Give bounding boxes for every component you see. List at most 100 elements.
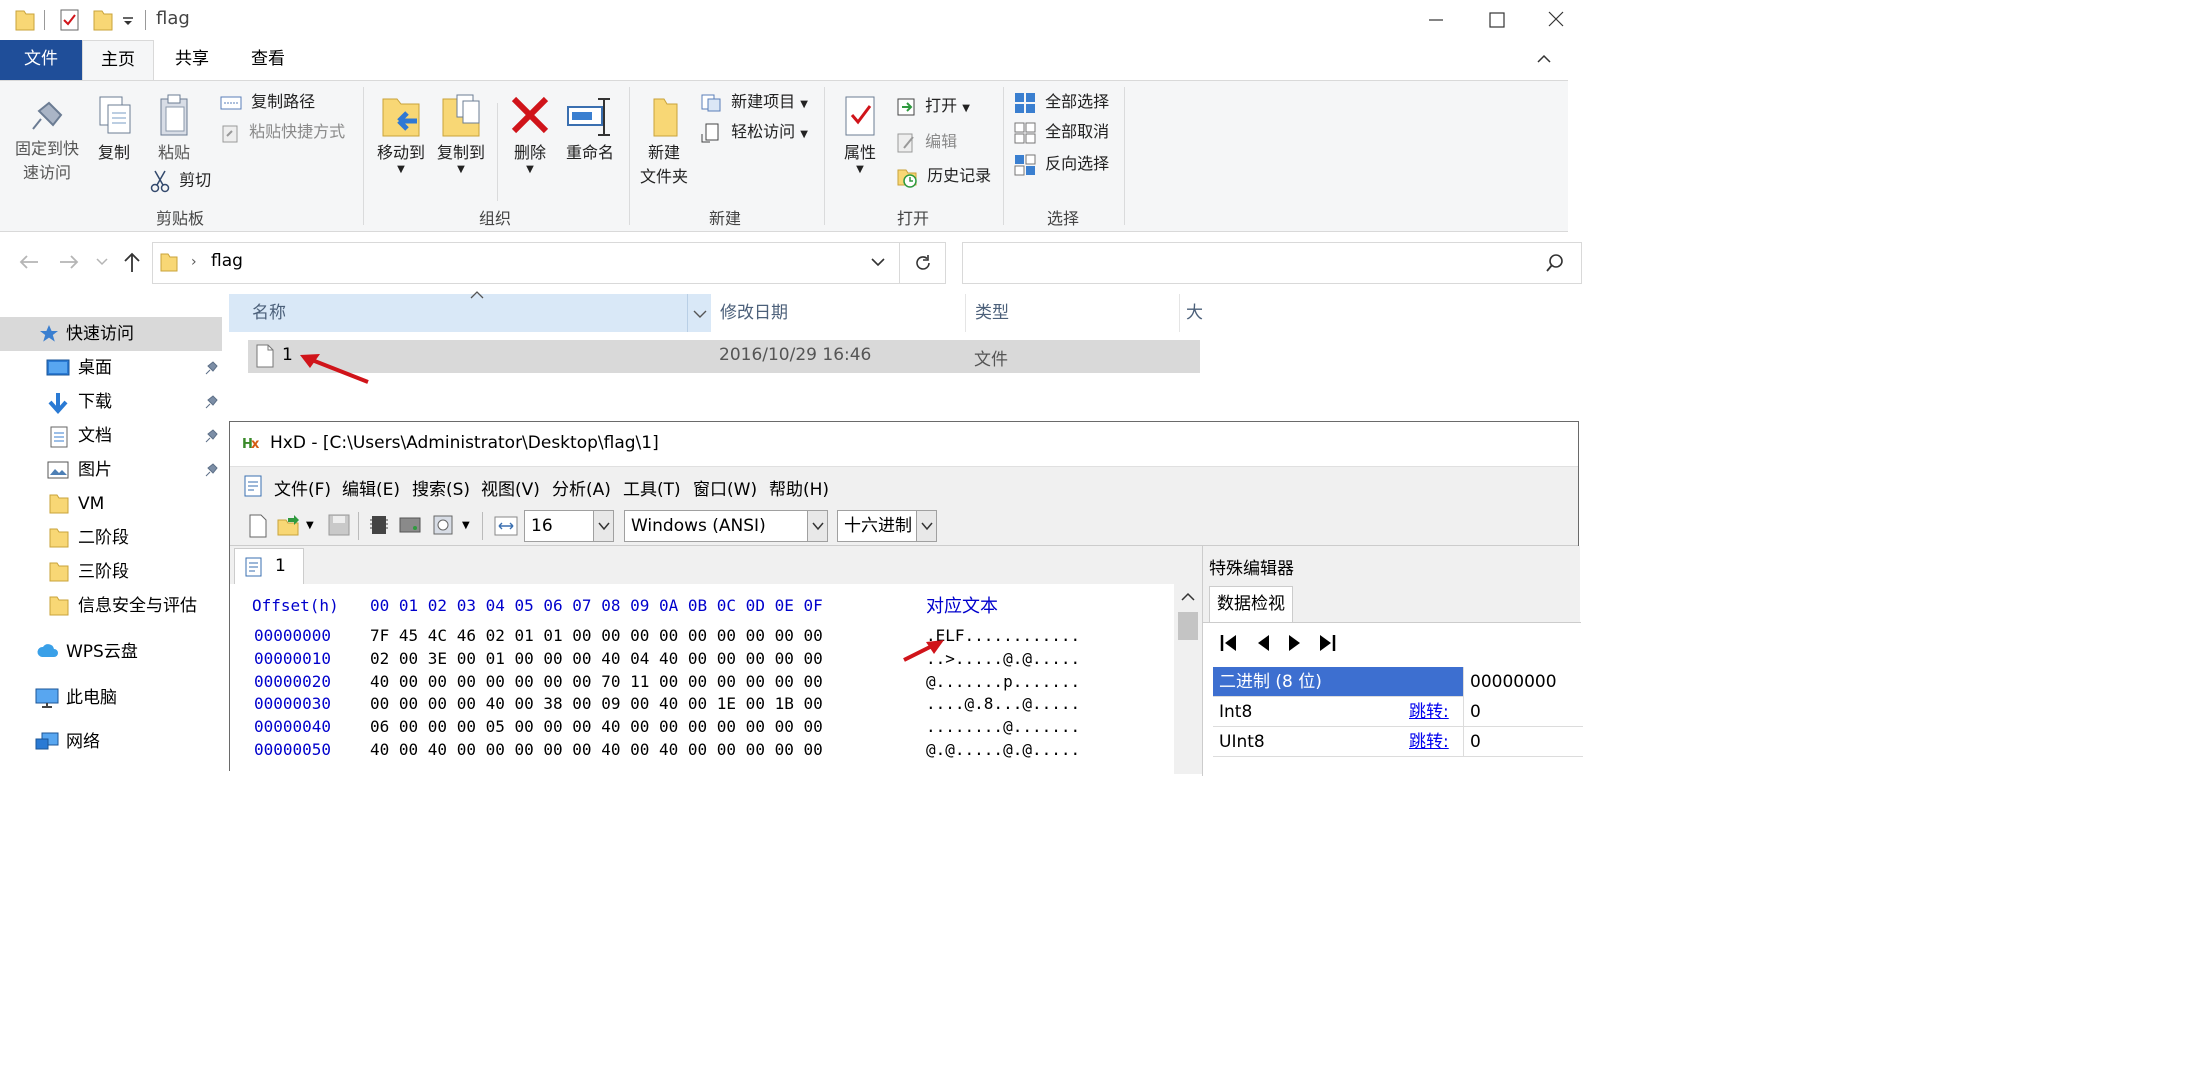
row-text[interactable]: ....@.8...@..... <box>926 694 1080 713</box>
tab-home[interactable]: 主页 <box>82 40 154 81</box>
back-arrow-icon[interactable] <box>18 253 40 271</box>
menu-edit[interactable]: 编辑(E) <box>342 475 400 500</box>
customize-quick-access-icon[interactable] <box>122 12 134 28</box>
chevron-down-icon[interactable]: ▼ <box>306 520 314 531</box>
select-none-button[interactable]: 全部取消 <box>1014 121 1109 144</box>
column-header-size[interactable]: 大 <box>1186 294 1203 332</box>
tab-file[interactable]: 文件 <box>0 40 82 80</box>
open-button[interactable]: 打开 ▼ <box>896 95 970 120</box>
bytes-per-row-select[interactable]: 16 <box>524 510 614 542</box>
charset-select[interactable]: Windows (ANSI) <box>624 510 828 542</box>
rename-button[interactable]: 重命名 <box>560 93 620 165</box>
address-bar[interactable]: › flag <box>152 242 900 284</box>
last-record-icon[interactable] <box>1317 633 1337 653</box>
row-bytes[interactable]: 7F 45 4C 46 02 01 01 00 00 00 00 00 00 0… <box>370 626 823 645</box>
invert-selection-button[interactable]: 反向选择 <box>1014 153 1109 176</box>
column-header-name[interactable]: 名称 <box>252 294 286 332</box>
file-row[interactable]: 1 2016/10/29 16:46 文件 <box>248 340 1200 373</box>
edit-button[interactable]: 编辑 <box>896 131 957 154</box>
recent-locations-chevron-icon[interactable] <box>96 257 108 267</box>
inspector-value[interactable]: 0 <box>1463 727 1593 757</box>
properties-quick-icon[interactable] <box>58 8 82 32</box>
move-to-button[interactable]: 移动到 ▼ <box>370 93 432 175</box>
nav-item-wps-cloud[interactable]: WPS云盘 <box>0 635 222 669</box>
inspector-row-binary[interactable]: 二进制 (8 位) 00000000 <box>1213 667 1593 697</box>
menu-help[interactable]: 帮助(H) <box>769 475 829 500</box>
paste-button[interactable]: 粘贴 <box>150 93 198 165</box>
tab-file-1[interactable]: 1 <box>234 548 304 584</box>
history-button[interactable]: 历史记录 <box>896 165 991 188</box>
easy-access-button[interactable]: 轻松访问 ▼ <box>700 121 808 146</box>
tab-share[interactable]: 共享 <box>160 40 224 80</box>
ram-editor-icon[interactable] <box>368 514 390 536</box>
close-button[interactable] <box>1540 6 1570 34</box>
new-item-button[interactable]: 新建项目 ▼ <box>700 91 808 116</box>
new-file-icon[interactable] <box>248 514 268 538</box>
cut-button[interactable]: 剪切 <box>150 169 211 193</box>
menu-file[interactable]: 文件(F) <box>274 475 331 500</box>
up-arrow-icon[interactable] <box>122 251 142 273</box>
nav-item-vm[interactable]: VM <box>0 487 222 521</box>
menu-tools[interactable]: 工具(T) <box>623 475 681 500</box>
nav-item-infosec[interactable]: 信息安全与评估 <box>0 589 222 623</box>
minimize-button[interactable] <box>1421 6 1451 34</box>
inspector-value[interactable]: 00000000 <box>1463 667 1593 697</box>
disk-image-icon[interactable] <box>432 514 454 536</box>
save-icon[interactable] <box>328 514 350 536</box>
nav-item-desktop[interactable]: 桌面 <box>0 351 222 385</box>
row-text[interactable]: ..>.....@.@..... <box>926 649 1080 668</box>
pin-icon[interactable] <box>202 394 218 410</box>
row-bytes[interactable]: 02 00 3E 00 01 00 00 00 40 04 40 00 00 0… <box>370 649 823 668</box>
nav-item-network[interactable]: 网络 <box>0 725 222 759</box>
nav-item-stage-two[interactable]: 二阶段 <box>0 521 222 555</box>
copy-to-button[interactable]: 复制到 ▼ <box>430 93 492 175</box>
row-text[interactable]: @.......p....... <box>926 672 1080 691</box>
row-text[interactable]: ........@....... <box>926 717 1080 736</box>
nav-item-stage-three[interactable]: 三阶段 <box>0 555 222 589</box>
row-bytes[interactable]: 00 00 00 00 40 00 38 00 09 00 40 00 1E 0… <box>370 694 823 713</box>
maximize-button[interactable] <box>1482 6 1512 34</box>
nav-item-downloads[interactable]: 下载 <box>0 385 222 419</box>
pin-icon[interactable] <box>202 360 218 376</box>
first-record-icon[interactable] <box>1219 633 1239 653</box>
tab-data-inspector[interactable]: 数据检视 <box>1209 586 1293 622</box>
column-filter-dropdown[interactable] <box>687 294 711 332</box>
document-menu-icon[interactable] <box>244 475 262 497</box>
disk-editor-icon[interactable] <box>398 514 422 536</box>
inspector-row-uint8[interactable]: UInt8 跳转: 0 <box>1213 727 1583 757</box>
hex-view[interactable]: Offset(h) 00 01 02 03 04 05 06 07 08 09 … <box>230 584 1202 774</box>
jump-link[interactable]: 跳转: <box>1409 697 1449 727</box>
chevron-down-icon[interactable]: ▼ <box>462 520 470 531</box>
row-bytes[interactable]: 40 00 40 00 00 00 00 00 40 00 40 00 00 0… <box>370 740 823 759</box>
menu-view[interactable]: 视图(V) <box>481 475 540 500</box>
refresh-button[interactable] <box>900 242 946 284</box>
menu-search[interactable]: 搜索(S) <box>412 475 470 500</box>
scroll-up-icon[interactable] <box>1181 592 1195 602</box>
nav-quick-access[interactable]: 快速访问 <box>0 317 222 351</box>
nav-item-documents[interactable]: 文档 <box>0 419 222 453</box>
copy-button[interactable]: 复制 <box>90 93 138 165</box>
row-bytes[interactable]: 06 00 00 00 05 00 00 00 40 00 00 00 00 0… <box>370 717 823 736</box>
menu-analysis[interactable]: 分析(A) <box>552 475 611 500</box>
paste-shortcut-button[interactable]: 粘贴快捷方式 <box>220 121 345 143</box>
pin-icon[interactable] <box>202 462 218 478</box>
scrollbar-thumb[interactable] <box>1178 612 1198 640</box>
inspector-value[interactable]: 0 <box>1463 697 1593 727</box>
column-header-type[interactable]: 类型 <box>975 294 1009 332</box>
select-all-button[interactable]: 全部选择 <box>1014 91 1109 114</box>
breadcrumb-path[interactable]: flag <box>211 251 243 271</box>
open-folder-icon[interactable] <box>276 514 302 538</box>
next-record-icon[interactable] <box>1287 633 1303 653</box>
properties-button[interactable]: 属性 ▼ <box>834 93 886 175</box>
new-folder-button[interactable]: 新建 文件夹 <box>634 93 694 189</box>
previous-record-icon[interactable] <box>1255 633 1271 653</box>
copy-path-button[interactable]: 复制路径 <box>220 91 315 113</box>
delete-button[interactable]: 删除 ▼ <box>506 93 554 175</box>
base-select[interactable]: 十六进制 <box>837 510 937 542</box>
hex-view-scrollbar[interactable] <box>1174 584 1202 774</box>
forward-arrow-icon[interactable] <box>58 253 80 271</box>
tab-view[interactable]: 查看 <box>236 40 300 80</box>
row-text[interactable]: @.@.....@.@..... <box>926 740 1080 759</box>
column-header-date[interactable]: 修改日期 <box>720 294 788 332</box>
pin-to-quick-access-button[interactable]: 固定到快 速访问 <box>8 97 86 185</box>
